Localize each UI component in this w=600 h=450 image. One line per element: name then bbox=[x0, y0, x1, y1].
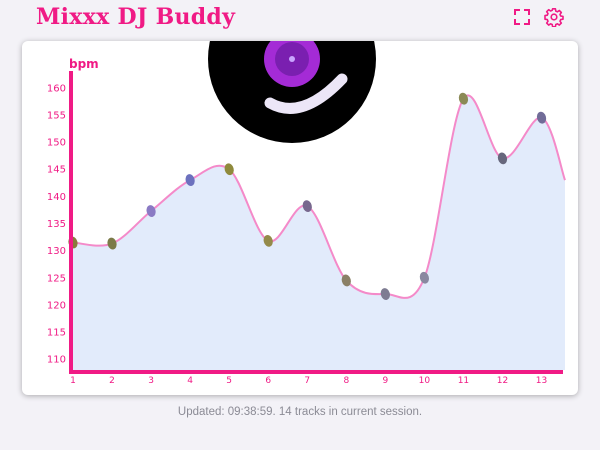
bpm-chart: 110115120125130135140145150155160 123456… bbox=[47, 41, 566, 386]
y-tick-label: 110 bbox=[47, 355, 66, 366]
x-tick-label: 6 bbox=[265, 376, 271, 386]
y-tick-label: 130 bbox=[47, 246, 66, 257]
status-text: Updated: 09:38:59. 14 tracks in current … bbox=[177, 406, 423, 418]
x-tick-label: 2 bbox=[109, 376, 115, 386]
app-title: Mixxx DJ Buddy bbox=[36, 4, 236, 30]
y-tick-label: 145 bbox=[47, 165, 66, 176]
gear-icon[interactable] bbox=[544, 7, 564, 27]
vinyl-spindle bbox=[289, 56, 295, 62]
x-tick-label: 10 bbox=[419, 376, 431, 386]
fullscreen-icon[interactable] bbox=[512, 7, 532, 27]
x-tick-label: 5 bbox=[226, 376, 232, 386]
x-tick-label: 8 bbox=[343, 376, 349, 386]
y-tick-label: 160 bbox=[47, 83, 66, 94]
y-tick-label: 140 bbox=[47, 192, 66, 203]
x-tick-label: 12 bbox=[497, 376, 508, 386]
x-tick-label: 9 bbox=[382, 376, 388, 386]
x-tick-label: 11 bbox=[458, 376, 469, 386]
y-tick-label: 120 bbox=[47, 300, 66, 311]
x-tick-label: 13 bbox=[536, 376, 547, 386]
x-tick-label: 4 bbox=[187, 376, 193, 386]
y-tick-label: 115 bbox=[47, 328, 66, 339]
y-tick-label: 150 bbox=[47, 138, 66, 149]
x-tick-label: 7 bbox=[304, 376, 310, 386]
x-tick-label: 1 bbox=[70, 376, 76, 386]
y-axis-label: bpm bbox=[69, 57, 99, 71]
y-tick-label: 155 bbox=[47, 110, 66, 121]
y-tick-label: 125 bbox=[47, 273, 66, 284]
chart-card: 110 115 120 125 130 135 140 145 150 155 160 123456… bbox=[22, 41, 578, 395]
y-tick-label: 135 bbox=[47, 219, 66, 230]
x-tick-label: 3 bbox=[148, 376, 154, 386]
vinyl-record-icon bbox=[208, 41, 376, 143]
